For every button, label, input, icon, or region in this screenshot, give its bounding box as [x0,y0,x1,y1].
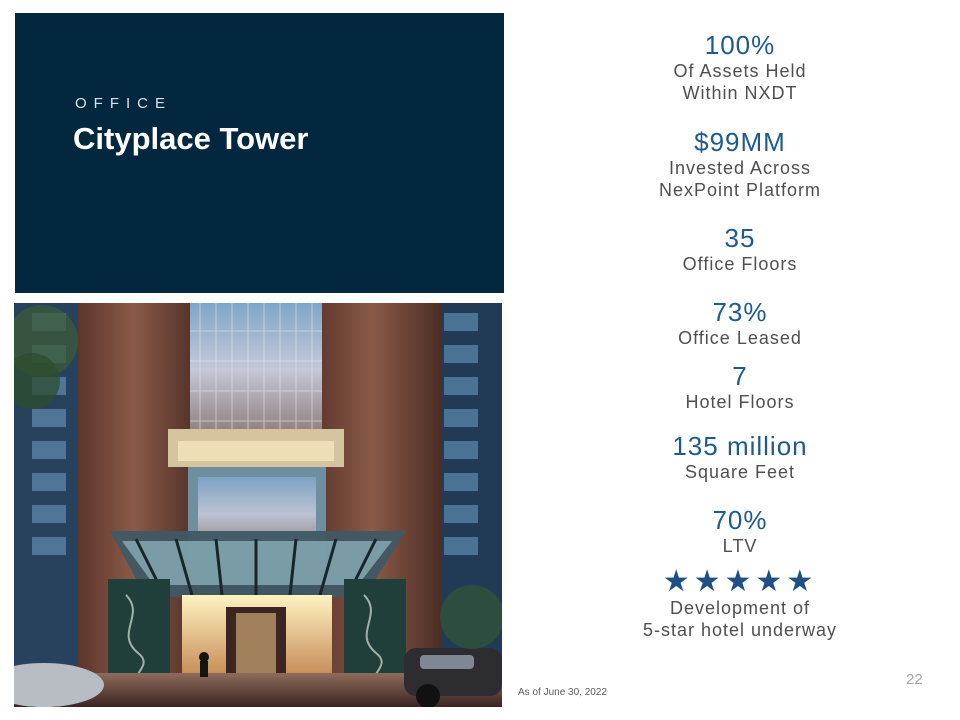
assets-held-stat: 100% Of Assets Held Within NXDT [610,30,870,104]
star-rating-icon: ★★★★★ [662,564,818,599]
ltv-label: LTV [722,536,758,556]
hotel-development-stat: ★★★★★ Development of 5-star hotel underw… [610,567,870,641]
slide: OFFICE Cityplace Tower 100% Of Assets He… [0,0,960,720]
hotel-floors-value: 7 [732,361,748,391]
ltv-stat: 70% LTV [610,505,870,557]
assets-held-label-line-2: Within NXDT [682,83,798,103]
assets-held-label-line-1: Of Assets Held [673,61,807,81]
invested-value: $99MM [694,127,786,157]
square-feet-label: Square Feet [684,462,796,482]
hotel-floors-label: Hotel Floors [685,392,795,412]
building-entrance-rendering [14,303,502,707]
square-feet-stat: 135 million Square Feet [610,431,870,483]
building-entrance-image [14,303,502,707]
invested-label-line-1: Invested Across [668,158,812,178]
property-statistics: 100% Of Assets Held Within NXDT $99MM In… [610,0,870,720]
office-leased-stat: 73% Office Leased [610,297,870,349]
page-number: 22 [906,671,923,688]
invested-stat: $99MM Invested Across NexPoint Platform [610,127,870,201]
office-floors-stat: 35 Office Floors [610,223,870,275]
hotel-floors-stat: 7 Hotel Floors [610,361,870,413]
as-of-footnote: As of June 30, 2022 [518,687,607,698]
office-floors-value: 35 [724,223,756,253]
office-leased-label: Office Leased [678,328,802,348]
category-label: OFFICE [75,95,172,112]
assets-held-value: 100% [704,30,776,60]
square-feet-value: 135 million [672,431,808,461]
invested-label-line-2: NexPoint Platform [658,180,822,200]
office-leased-value: 73% [712,297,768,327]
office-floors-label: Office Floors [682,254,798,274]
hotel-development-label-line-1: Development of [669,598,811,618]
ltv-value: 70% [712,505,768,535]
title-panel: OFFICE Cityplace Tower [15,13,504,293]
property-title: Cityplace Tower [73,121,309,156]
hotel-development-label-line-2: 5-star hotel underway [642,620,838,640]
